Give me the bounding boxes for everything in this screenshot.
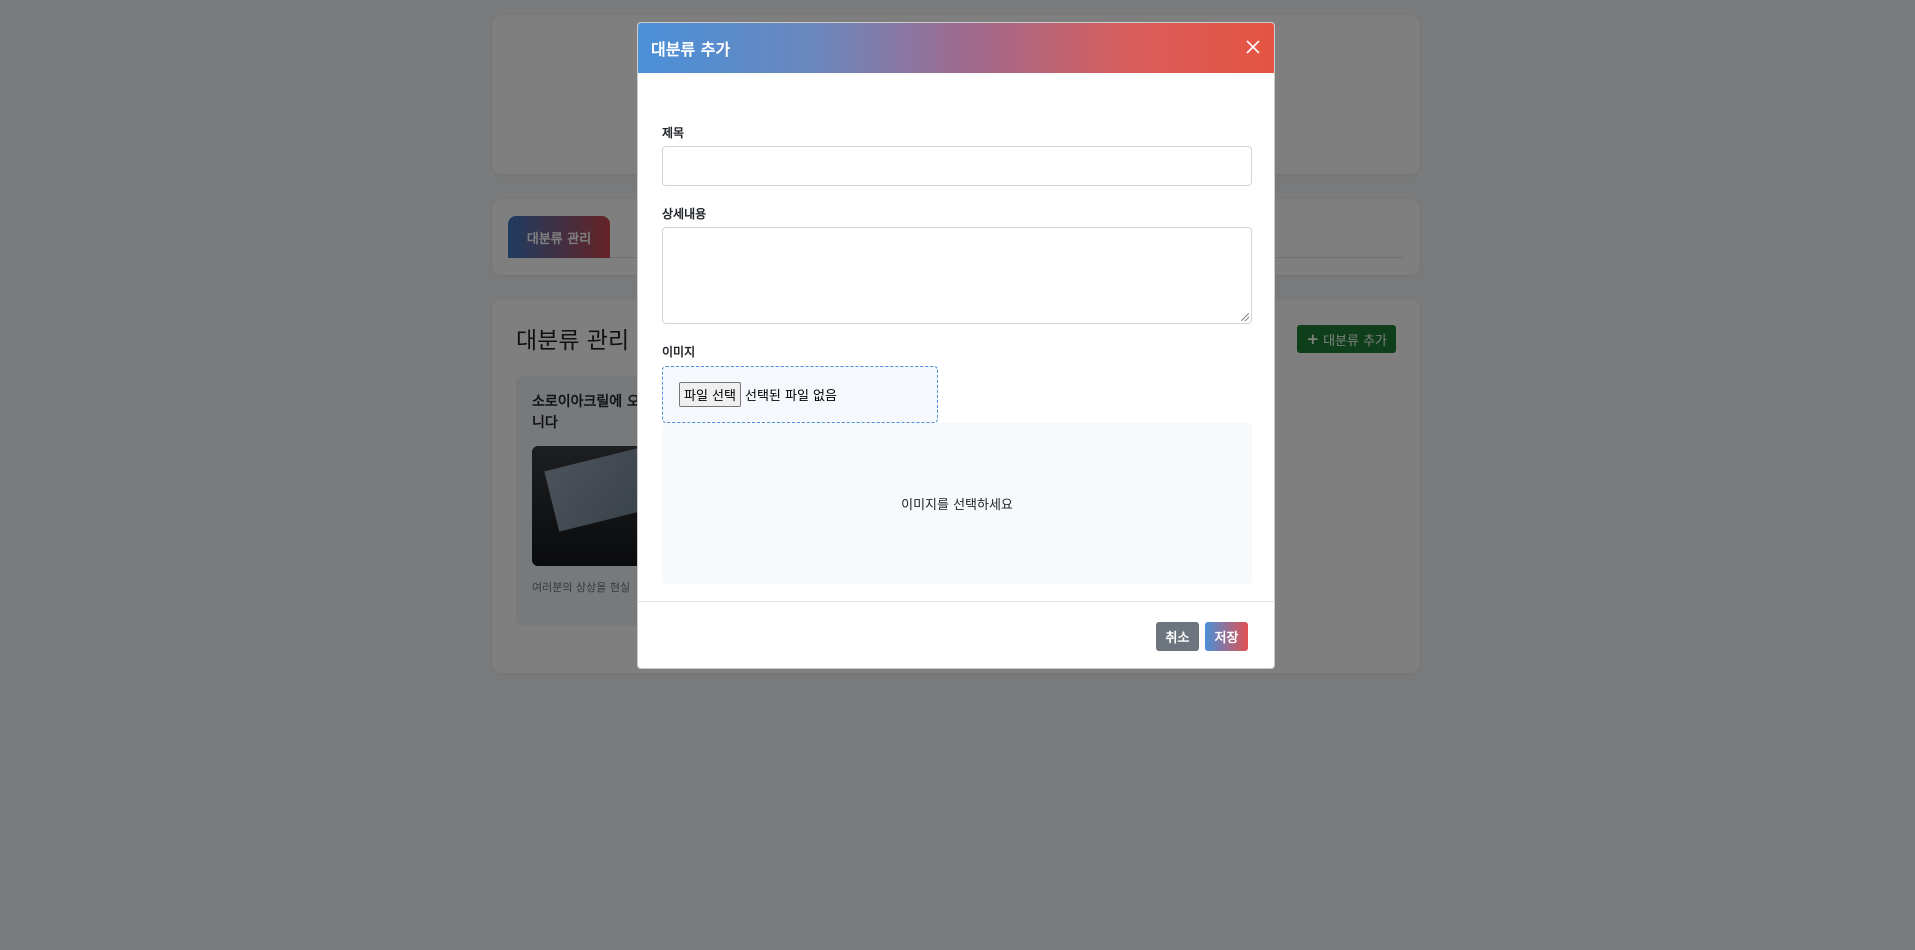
modal-title: 대분류 추가 — [651, 40, 731, 59]
close-button[interactable] — [1244, 38, 1262, 56]
image-file-input[interactable]: 파일 선택 선택된 파일 없음 — [662, 366, 938, 423]
description-label: 상세내용 — [662, 207, 707, 221]
choose-file-button[interactable]: 파일 선택 — [679, 382, 741, 407]
image-label: 이미지 — [662, 345, 696, 359]
resize-grip-icon[interactable] — [1241, 313, 1249, 321]
page: 대분류 관리 대분류 관리 + 대분류 추가 소로이아크릴에 오 니다 여러분의… — [0, 0, 1915, 950]
modal-header: 대분류 추가 — [638, 23, 1274, 73]
close-icon — [1246, 40, 1260, 54]
save-button[interactable]: 저장 — [1205, 622, 1248, 651]
image-preview-placeholder: 이미지를 선택하세요 — [901, 498, 1013, 513]
modal-footer: 취소 저장 — [638, 601, 1274, 668]
image-preview: 이미지를 선택하세요 — [662, 423, 1252, 584]
add-category-modal: 대분류 추가 제목 상세내용 이미지 파일 선택 선택된 파일 없음 이미지를 — [637, 22, 1275, 669]
title-input[interactable] — [662, 146, 1252, 186]
cancel-button[interactable]: 취소 — [1156, 622, 1199, 651]
title-label: 제목 — [662, 126, 685, 140]
file-status-text: 선택된 파일 없음 — [744, 389, 837, 404]
description-textarea[interactable] — [662, 227, 1252, 324]
